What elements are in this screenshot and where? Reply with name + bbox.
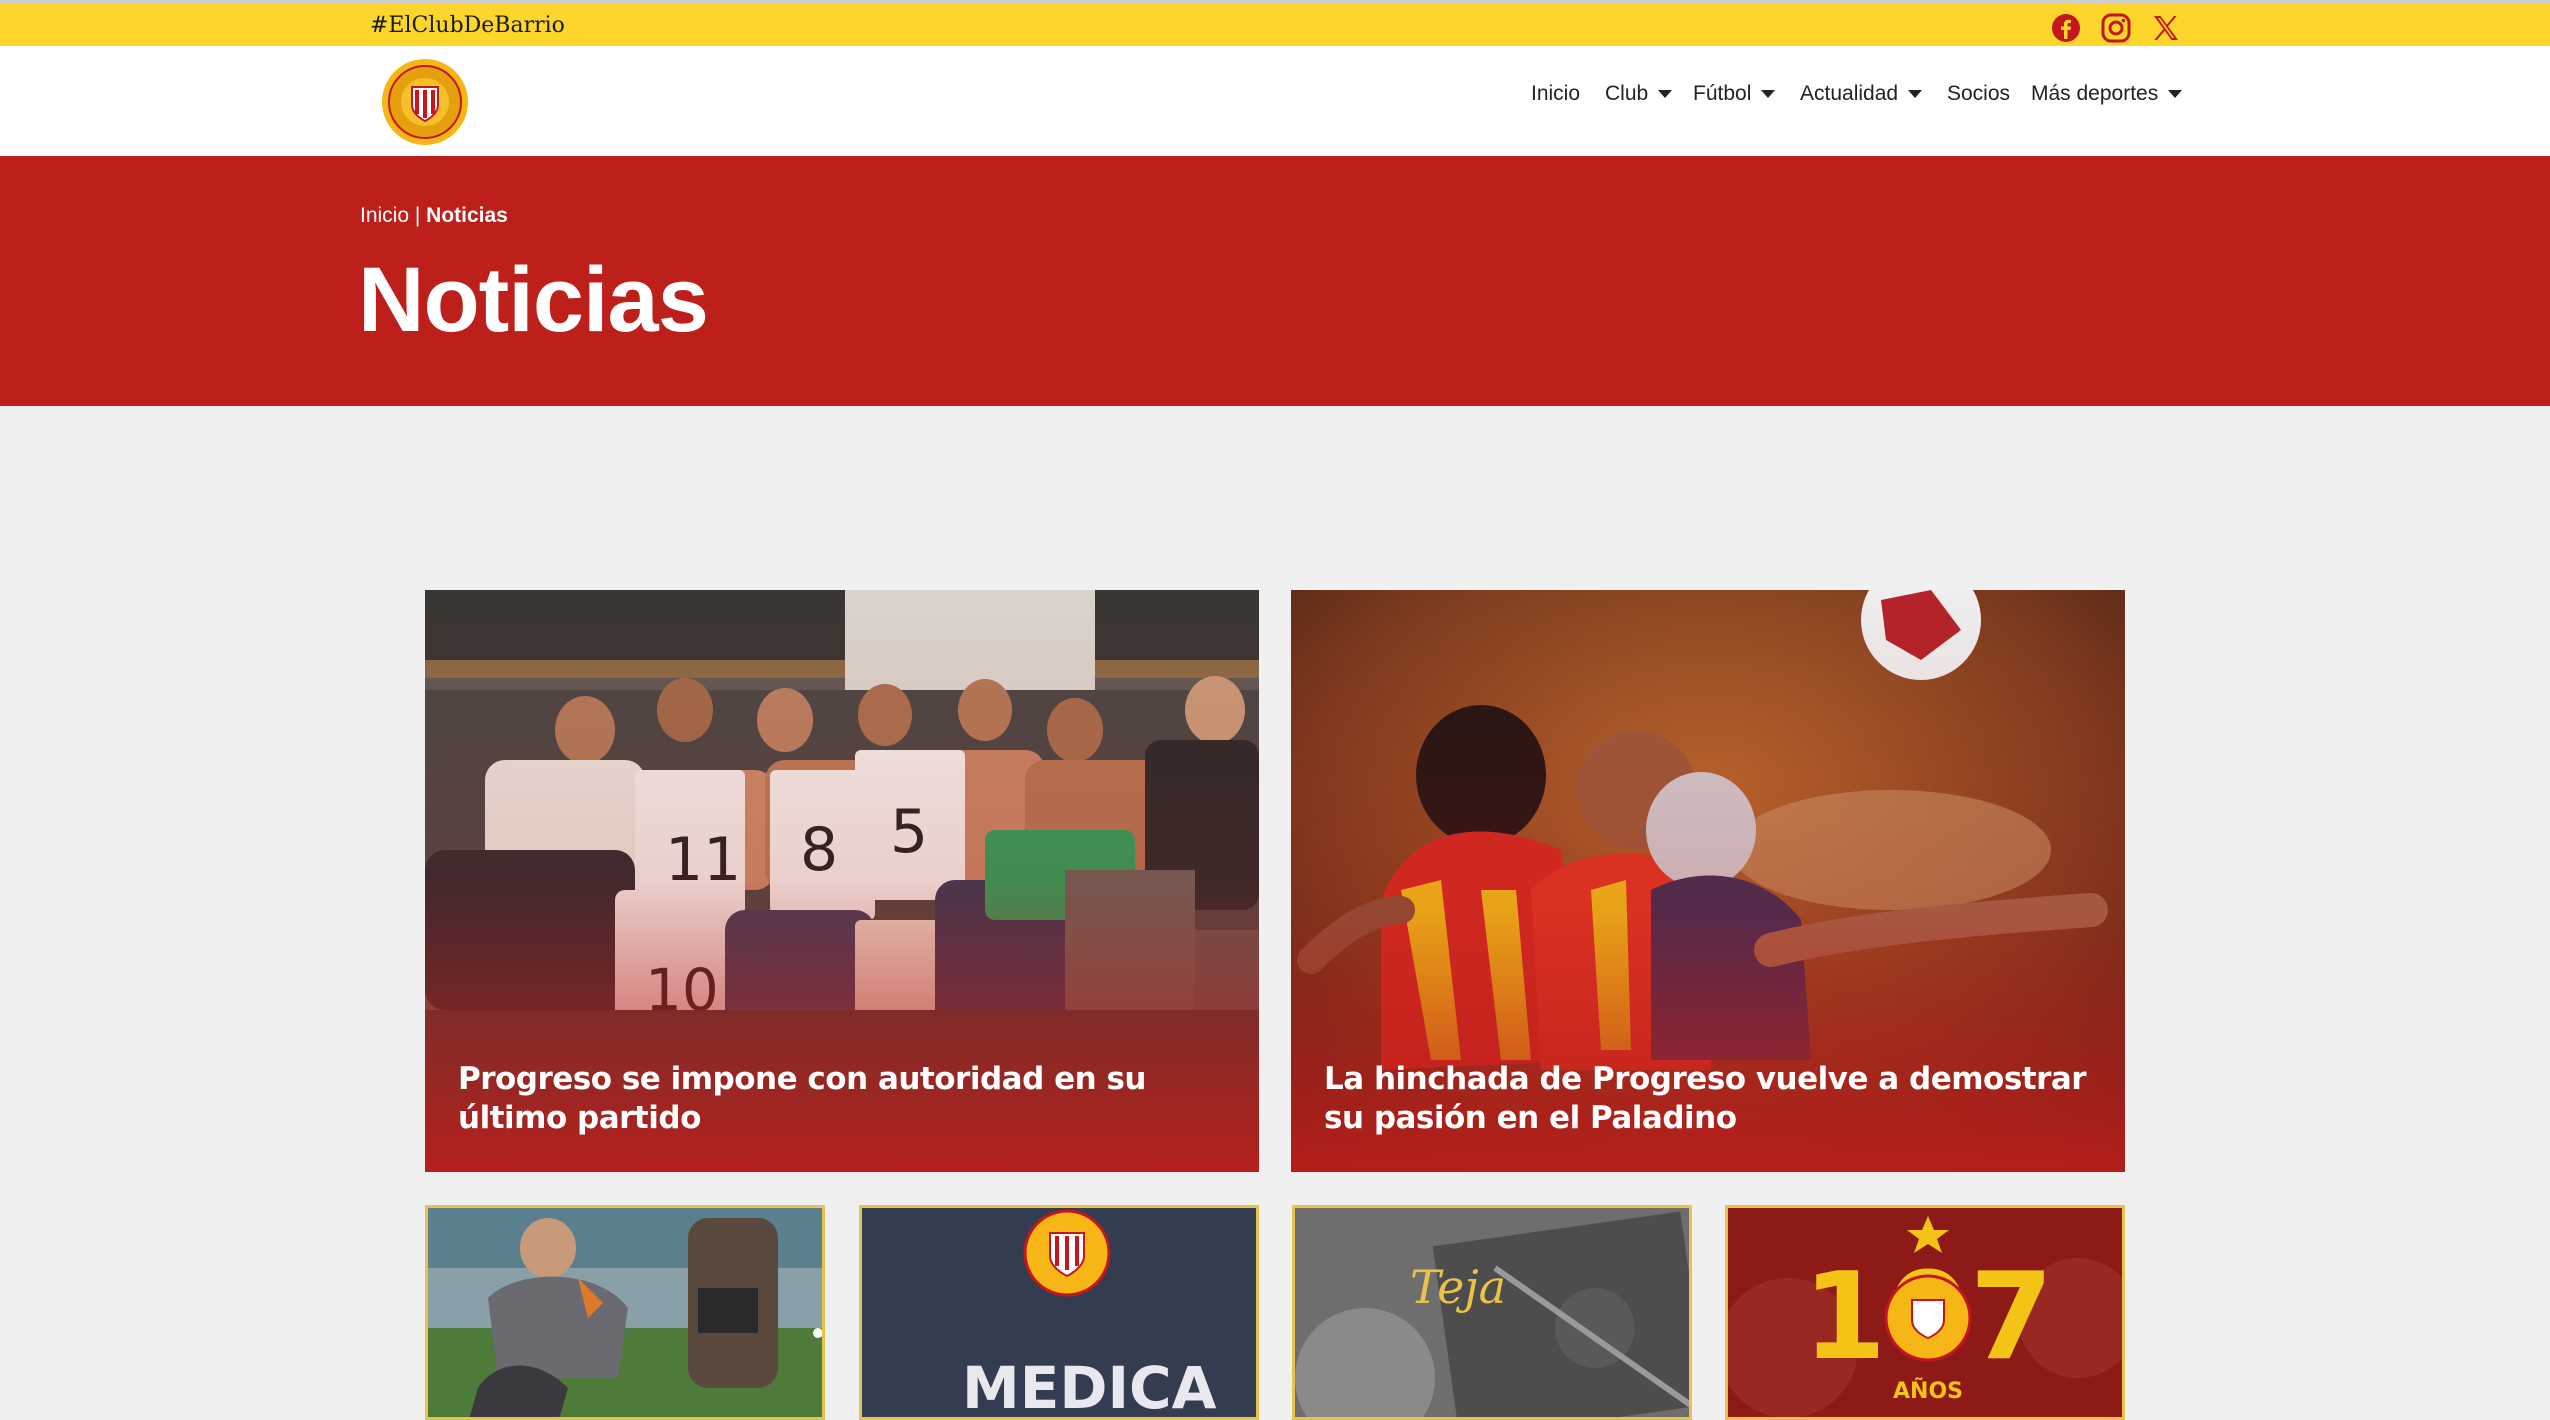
featured-news-card[interactable]: 11 8 5 10 Progreso se impone con autorid… (425, 590, 1259, 1172)
news-card[interactable]: Teja (1292, 1205, 1692, 1420)
page-hero: Inicio | Noticias Noticias (0, 156, 2550, 406)
news-card[interactable]: 107 AÑOS (1725, 1205, 2125, 1420)
club-logo[interactable] (380, 57, 470, 147)
news-title[interactable]: La hinchada de Progreso vuelve a demostr… (1324, 1060, 2095, 1138)
nav-club[interactable]: Club (1605, 82, 1673, 106)
nav-actualidad[interactable]: Actualidad (1800, 82, 1923, 106)
hashtag-text: #ElClubDeBarrio (370, 13, 565, 38)
breadcrumb-current: Noticias (426, 204, 508, 227)
news-photo: MEDICA (862, 1208, 1256, 1420)
nav-socios[interactable]: Socios (1947, 82, 2010, 106)
teja-logo-text: Teja (1410, 1260, 1506, 1314)
breadcrumb-home-link[interactable]: Inicio (360, 204, 409, 227)
nav-inicio[interactable]: Inicio (1531, 82, 1580, 106)
instagram-icon[interactable] (2100, 12, 2132, 44)
news-card[interactable] (425, 1205, 825, 1420)
chevron-down-icon (1761, 90, 1776, 99)
news-photo: Teja (1295, 1208, 1689, 1417)
news-card[interactable]: MEDICA (859, 1205, 1259, 1420)
jersey-sponsor-text: MEDICA (962, 1354, 1217, 1420)
nav-mas-deportes[interactable]: Más deportes (2031, 82, 2183, 106)
breadcrumb: Inicio | Noticias (360, 204, 508, 228)
x-icon[interactable] (2150, 12, 2182, 44)
breadcrumb-separator: | (409, 204, 427, 227)
featured-news-card[interactable]: La hinchada de Progreso vuelve a demostr… (1291, 590, 2125, 1172)
facebook-icon[interactable] (2050, 12, 2082, 44)
news-photo: 107 AÑOS (1728, 1208, 2122, 1417)
chevron-down-icon (1908, 90, 1923, 99)
page-title: Noticias (358, 249, 709, 351)
anniversary-caption: AÑOS (1893, 1378, 1963, 1404)
top-bar: #ElClubDeBarrio (0, 0, 2550, 46)
main-navbar: Inicio Club Fútbol Actualidad Socios Más… (0, 46, 2550, 156)
nav-futbol[interactable]: Fútbol (1693, 82, 1776, 106)
news-photo (428, 1208, 822, 1417)
chevron-down-icon (2168, 90, 2183, 99)
news-title[interactable]: Progreso se impone con autoridad en su ú… (458, 1060, 1229, 1138)
chevron-down-icon (1658, 90, 1673, 99)
